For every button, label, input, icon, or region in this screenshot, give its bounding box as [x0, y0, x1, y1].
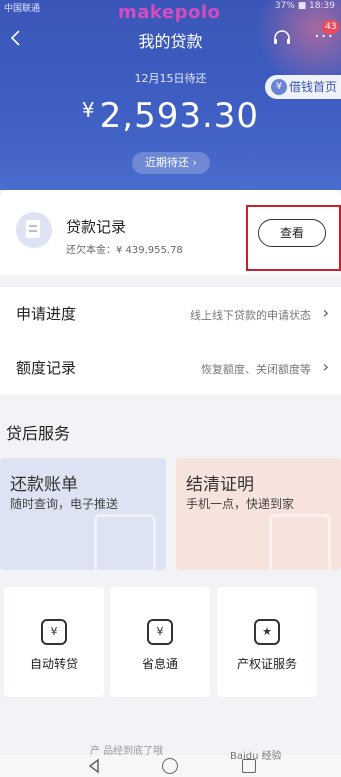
nav-home-icon[interactable]	[162, 758, 178, 774]
service-label: 产权证服务	[236, 657, 297, 671]
list-item-label: 申请进度	[16, 305, 77, 323]
list-item-application-progress[interactable]: 申请进度 线上线下贷款的申请状态 ›	[0, 287, 341, 341]
tile-title: 结清证明	[186, 475, 254, 495]
due-amount: ¥2,593.30	[0, 96, 341, 136]
screen: 中国联通 37% ■ 18:39 makepolo 我的贷款 ··· 43 12…	[0, 0, 341, 777]
chevron-right-icon: ›	[322, 303, 329, 322]
amount-value: 2,593.30	[99, 96, 260, 136]
list-item-label: 额度记录	[16, 359, 77, 377]
watermark-bottom: Baidu 经验	[230, 751, 282, 762]
recent-due-button[interactable]: 近期待还 ›	[132, 152, 210, 174]
list-item-hint: 恢复额度、关闭额度等	[201, 363, 311, 376]
tile-subtitle: 随时查询，电子推送	[10, 497, 119, 511]
currency-symbol: ¥	[81, 98, 96, 122]
loan-record-title: 贷款记录	[66, 218, 127, 236]
chevron-right-icon: ›	[322, 357, 329, 376]
system-nav-bar	[0, 755, 341, 777]
headset-icon[interactable]	[272, 28, 292, 48]
interest-icon: ¥	[147, 619, 173, 645]
borrow-home-label: 借钱首页	[289, 80, 338, 94]
status-right: 37% ■ 18:39	[274, 1, 335, 11]
notification-badge: 43	[322, 20, 340, 34]
service-auto-refinance[interactable]: ¥ 自动转贷	[4, 587, 104, 697]
service-interest-saver[interactable]: ¥ 省息通	[110, 587, 210, 697]
menu-list: 申请进度 线上线下贷款的申请状态 › 额度记录 恢复额度、关闭额度等 ›	[0, 287, 341, 395]
tile-settlement-certificate[interactable]: 结清证明 手机一点，快递到家	[176, 458, 341, 570]
header: 中国联通 37% ■ 18:39 makepolo 我的贷款 ··· 43 12…	[0, 0, 341, 190]
outstanding-principal: 还欠本金：¥ 439,955.78	[66, 245, 183, 256]
service-label: 自动转贷	[29, 657, 78, 671]
nav-back-icon[interactable]	[86, 758, 102, 774]
view-button[interactable]: 查看	[258, 219, 326, 247]
yuan-icon: ¥	[271, 79, 287, 95]
list-item-hint: 线上线下贷款的申请状态	[190, 309, 311, 322]
section-title-after-loan: 贷后服务	[6, 424, 71, 443]
tile-subtitle: 手机一点，快递到家	[186, 497, 295, 511]
certificate-icon	[269, 514, 331, 570]
list-item-limit-record[interactable]: 额度记录 恢复额度、关闭额度等 ›	[0, 341, 341, 395]
refinance-icon: ¥	[41, 619, 67, 645]
service-property-certificate[interactable]: ★ 产权证服务	[217, 587, 317, 697]
property-icon: ★	[254, 619, 280, 645]
status-carrier: 中国联通	[4, 4, 41, 14]
service-label: 省息通	[141, 657, 178, 671]
watermark-top: makepolo	[118, 2, 221, 23]
service-row: ¥ 自动转贷 ¥ 省息通 ★ 产权证服务	[0, 587, 341, 697]
document-icon	[16, 212, 52, 248]
tile-title: 还款账单	[10, 475, 78, 495]
tile-repayment-bill[interactable]: 还款账单 随时查询，电子推送	[0, 458, 166, 570]
bill-icon	[94, 514, 156, 570]
